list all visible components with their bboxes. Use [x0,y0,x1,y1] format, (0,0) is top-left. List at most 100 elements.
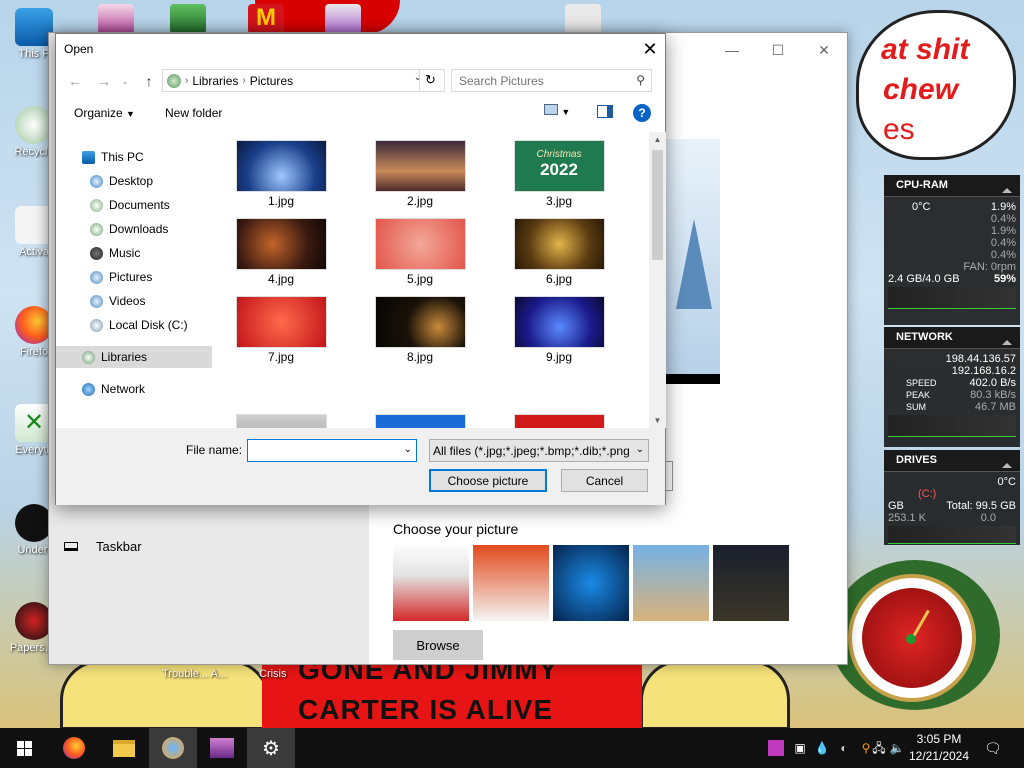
help-icon[interactable]: ? [633,104,651,122]
file-item[interactable]: 6.jpg [504,218,614,286]
refresh-icon[interactable]: ↻ [419,69,441,92]
browse-button[interactable]: Browse [393,630,483,660]
nav-item-local-disk[interactable]: Local Disk (C:) [90,314,188,336]
droplet-icon[interactable]: 💧 [814,740,830,756]
forward-arrow-icon[interactable]: → [93,69,115,93]
scroll-up-icon[interactable]: ▲ [649,132,666,147]
dialog-title: Open [64,42,94,56]
taskbar-settings[interactable]: ⚙ [247,728,295,768]
address-bar[interactable]: › Libraries › Pictures ⌄ [162,69,445,92]
nav-item-desktop[interactable]: Desktop [90,170,153,192]
network-gadget: NETWORK 198.44.136.57 192.168.16.2 SPEED… [884,327,1020,447]
notification-icon[interactable]: 🗨 [984,740,1002,756]
downloads-icon [90,222,103,236]
nav-item-libraries[interactable]: Libraries [56,346,212,368]
dialog-titlebar[interactable]: Open ✕ [56,34,665,64]
chevron-down-icon[interactable]: ⌄ [404,444,412,455]
music-icon [90,246,103,260]
up-arrow-icon[interactable]: ↑ [138,69,160,93]
nav-item-network[interactable]: Network [82,378,145,400]
file-item[interactable]: 1.jpg [226,140,336,208]
file-name: 5.jpg [406,272,434,286]
file-item[interactable]: Christmas 2022 3.jpg [504,140,614,208]
new-folder-button[interactable]: New folder [165,106,222,120]
folder-icon [113,739,135,757]
preview-pane-icon[interactable] [597,105,613,118]
desktop-icon-label[interactable]: Trouble... A... [162,668,227,680]
minimize-button[interactable]: — [709,39,755,61]
nav-item-documents[interactable]: Documents [90,194,170,216]
taskbar-file-explorer[interactable] [100,728,148,768]
taskbar-app[interactable] [149,728,197,768]
file-type-filter[interactable]: All files (*.jpg;*.jpeg;*.bmp;*.dib;*.pn… [429,439,649,462]
taskbar-app[interactable] [198,728,246,768]
wallpaper-character [640,660,790,728]
file-item[interactable] [504,414,614,428]
fan-speed: FAN: 0rpm [963,261,1016,273]
recent-dropdown-icon[interactable]: ⌄ [114,69,136,93]
search-box: ⚲ [451,69,652,92]
file-item[interactable]: 7.jpg [226,296,336,364]
scroll-down-icon[interactable]: ▼ [649,413,666,428]
file-item[interactable]: 4.jpg [226,218,336,286]
network-graph [888,415,1016,437]
choose-picture-button[interactable]: Choose picture [429,469,547,492]
nav-item-pictures[interactable]: Pictures [90,266,152,288]
breadcrumb-libraries[interactable]: Libraries [192,74,238,88]
taskbar-firefox[interactable] [50,728,98,768]
scrollbar-thumb[interactable] [652,150,663,260]
vertical-scrollbar[interactable]: ▲ ▼ [649,132,666,428]
open-dialog: Open ✕ ← → ⌄ ↑ › Libraries › Pictures ⌄ … [55,33,666,505]
dialog-toolbar: Organize ▼ New folder ▼ ? [56,101,665,125]
tray-app-icon[interactable] [768,740,784,756]
mcdonalds-icon[interactable]: M [248,4,284,34]
picture-thumb-5[interactable] [713,545,789,621]
videos-icon [90,294,103,308]
organize-button[interactable]: Organize ▼ [74,106,135,120]
tray-app-icon[interactable]: ◐ [836,740,852,756]
desktop-shortcut-icon[interactable] [325,4,361,34]
nav-item-this-pc[interactable]: This PC [82,146,144,168]
settings-item-taskbar[interactable]: Taskbar [64,539,142,554]
cancel-button[interactable]: Cancel [561,469,648,492]
disk-icon [90,318,103,332]
breadcrumb-pictures[interactable]: Pictures [250,74,293,88]
start-button[interactable] [0,728,48,768]
maximize-button[interactable]: ☐ [755,39,801,61]
file-item[interactable]: 9.jpg [504,296,614,364]
file-item[interactable]: 8.jpg [365,296,475,364]
sum-label: SUM [906,402,926,412]
network-status-icon[interactable]: 🖧 [871,740,887,756]
search-input[interactable] [452,70,622,91]
file-item[interactable]: 2.jpg [365,140,475,208]
taskbar-clock[interactable]: 3:05 PM 12/21/2024 [906,731,972,765]
picture-thumb-3[interactable] [553,545,629,621]
nav-item-label: This PC [101,150,144,164]
nav-item-videos[interactable]: Videos [90,290,145,312]
desktop-folder-icon [90,174,103,188]
picture-thumb-1[interactable] [393,545,469,621]
view-options-icon[interactable]: ▼ [544,104,570,118]
file-name-input[interactable] [248,440,393,461]
picture-thumb-4[interactable] [633,545,709,621]
settings-item-label: Taskbar [96,539,142,554]
app-icon [210,738,234,758]
desktop-shortcut-icon[interactable] [170,4,206,34]
close-icon[interactable]: ✕ [635,34,665,64]
document-icon[interactable] [565,4,601,34]
desktop-shortcut-icon[interactable] [98,4,134,34]
file-item[interactable] [365,414,475,428]
taskbar-icon [64,542,78,551]
picture-thumb-2[interactable] [473,545,549,621]
close-button[interactable]: ✕ [801,39,847,61]
nav-item-music[interactable]: Music [90,242,140,264]
volume-muted-icon[interactable]: 🔈 [889,740,905,756]
drive-value: 0.0 [980,512,996,524]
file-item[interactable] [226,414,336,428]
desktop-icon-label[interactable]: Crisis [259,668,287,680]
back-arrow-icon[interactable]: ← [64,69,86,93]
nav-item-downloads[interactable]: Downloads [90,218,168,240]
file-item[interactable]: 5.jpg [365,218,475,286]
drive-graph [888,526,1016,544]
tray-app-icon[interactable]: ▣ [792,740,808,756]
